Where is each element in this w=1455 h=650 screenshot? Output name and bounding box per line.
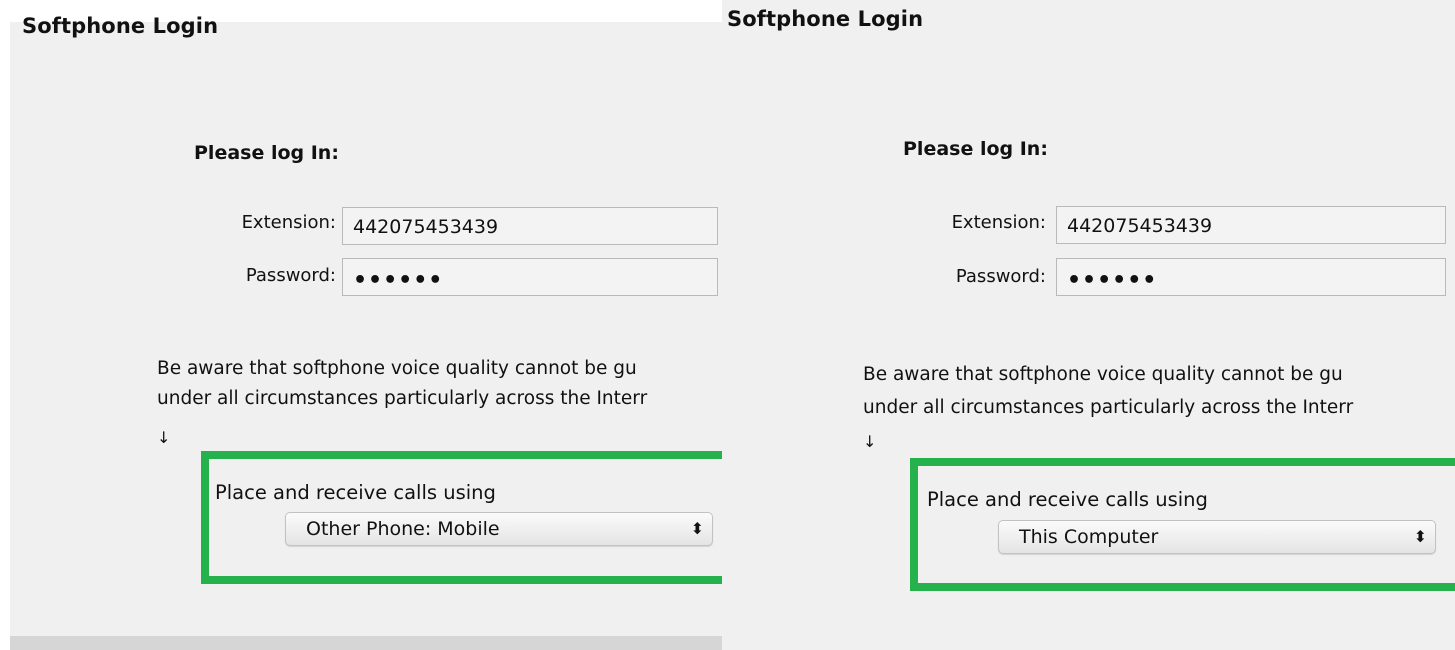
call-mode-selected-value: Other Phone: Mobile xyxy=(306,518,500,540)
updown-chevron-icon: ⬍ xyxy=(1413,527,1427,546)
extension-label: Extension: xyxy=(951,212,1046,233)
softphone-login-panel-right: Softphone Login Please log In: Extension… xyxy=(722,0,1455,650)
login-heading: Please log In: xyxy=(194,142,339,164)
call-mode-select[interactable]: This Computer ⬍ xyxy=(998,520,1436,554)
password-label: Password: xyxy=(955,266,1046,287)
updown-chevron-icon: ⬍ xyxy=(690,519,704,538)
notice-line-1: Be aware that softphone voice quality ca… xyxy=(157,358,637,379)
down-arrow-icon: ↓ xyxy=(863,432,877,451)
login-heading: Please log In: xyxy=(903,138,1048,160)
password-field[interactable]: •••••• xyxy=(1056,258,1446,296)
panel-title: Softphone Login xyxy=(727,7,924,31)
calls-using-label: Place and receive calls using xyxy=(215,481,496,504)
password-field[interactable]: •••••• xyxy=(342,258,718,296)
calls-using-label: Place and receive calls using xyxy=(927,488,1208,511)
notice-line-2: under all circumstances particularly acr… xyxy=(863,397,1354,418)
extension-label: Extension: xyxy=(241,212,336,233)
extension-field[interactable]: 442075453439 xyxy=(1056,206,1446,244)
down-arrow-icon: ↓ xyxy=(157,428,171,447)
softphone-login-panel-left: Softphone Login Please log In: Extension… xyxy=(0,0,722,650)
panel-title: Softphone Login xyxy=(22,14,219,38)
extension-field[interactable]: 442075453439 xyxy=(342,207,718,245)
notice-line-2: under all circumstances particularly acr… xyxy=(157,388,648,409)
left-edge xyxy=(0,0,10,650)
bottom-bar xyxy=(10,636,722,650)
call-mode-select[interactable]: Other Phone: Mobile ⬍ xyxy=(285,512,713,546)
notice-line-1: Be aware that softphone voice quality ca… xyxy=(863,364,1343,385)
password-label: Password: xyxy=(245,265,336,286)
call-mode-selected-value: This Computer xyxy=(1019,526,1159,548)
